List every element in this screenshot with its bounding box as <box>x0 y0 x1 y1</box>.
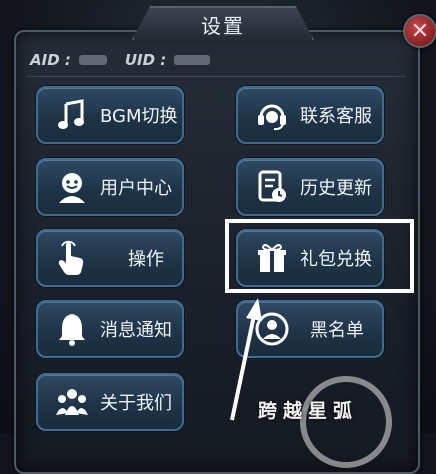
annotation-arrow-icon <box>230 298 262 421</box>
watermark-text: 跨越星弧 <box>258 400 359 422</box>
